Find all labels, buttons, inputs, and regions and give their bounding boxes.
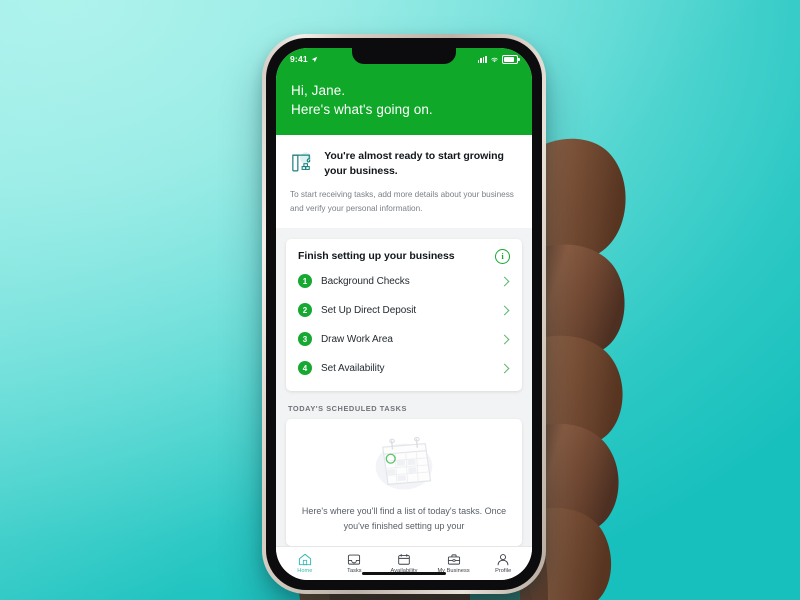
calendar-illustration-wrap [298, 433, 510, 495]
step-label: Background Checks [321, 275, 410, 287]
setup-card: Finish setting up your business i 1 Back… [286, 238, 522, 391]
chevron-right-icon [499, 305, 510, 316]
person-icon [497, 554, 509, 566]
info-circle-icon[interactable]: i [495, 248, 510, 264]
phone-notch [352, 48, 456, 64]
chevron-right-icon [499, 363, 510, 374]
content-scroll[interactable]: You're almost ready to start growing you… [276, 135, 532, 546]
banner-title: You're almost ready to start growing you… [324, 150, 504, 177]
step-label: Draw Work Area [321, 333, 393, 345]
location-arrow-icon [311, 56, 318, 62]
calendar-illustration [375, 436, 433, 490]
setup-step-draw-work-area[interactable]: 3 Draw Work Area [298, 325, 510, 354]
phone-bezel: 9:41 Hi, Jane. Here's what's going on. Y… [266, 38, 542, 590]
home-indicator [362, 571, 446, 575]
crane-icon [292, 152, 312, 172]
battery-icon [502, 54, 520, 64]
status-time: 9:41 [290, 54, 308, 64]
screenshot-stage: 9:41 Hi, Jane. Here's what's going on. Y… [0, 0, 800, 600]
wifi-icon [491, 57, 498, 62]
tab-label: Profile [495, 568, 512, 574]
step-number-badge: 3 [298, 332, 312, 347]
status-bar-right [477, 54, 520, 64]
setup-step-direct-deposit[interactable]: 2 Set Up Direct Deposit [298, 296, 510, 325]
greeting-header: Hi, Jane. Here's what's going on. [276, 70, 532, 136]
tasks-section-label: TODAY'S SCHEDULED TASKS [288, 403, 407, 413]
setup-step-background-checks[interactable]: 1 Background Checks [298, 267, 510, 296]
home-icon [298, 553, 311, 566]
setup-steps-list: 1 Background Checks 2 Set Up Direct Depo… [298, 267, 510, 383]
bottom-tab-bar: Home Tasks My Business Profile [276, 546, 532, 580]
greeting-line: Hi, Jane. [291, 83, 346, 98]
chevron-right-icon [499, 276, 510, 287]
tab-label: Home [297, 568, 313, 574]
phone-screen: 9:41 Hi, Jane. Here's what's going on. Y… [276, 48, 532, 580]
briefcase-icon [447, 554, 460, 565]
banner-description: To start receiving tasks, add more detai… [290, 190, 514, 213]
step-label: Set Up Direct Deposit [321, 304, 417, 316]
cellular-signal-icon [477, 55, 487, 63]
tasks-empty-text: Here's where you'll find a list of today… [301, 505, 507, 531]
phone-device: 9:41 Hi, Jane. Here's what's going on. Y… [262, 34, 546, 594]
tab-home[interactable]: Home [282, 553, 328, 574]
step-number-badge: 1 [298, 274, 312, 289]
setup-step-set-availability[interactable]: 4 Set Availability [298, 354, 510, 383]
setup-card-header: Finish setting up your business i [298, 248, 510, 264]
tab-label: Tasks [347, 568, 362, 574]
chevron-right-icon [499, 334, 510, 345]
setup-card-title: Finish setting up your business [298, 250, 455, 263]
step-number-badge: 4 [298, 361, 312, 376]
greeting-subtitle: Here's what's going on. [291, 102, 433, 118]
tab-profile[interactable]: Profile [480, 553, 526, 574]
step-label: Set Availability [321, 362, 385, 374]
tasks-empty-card: Here's where you'll find a list of today… [286, 418, 522, 546]
status-bar-left: 9:41 [290, 54, 318, 64]
banner-top-row: You're almost ready to start growing you… [290, 147, 518, 179]
calendar-icon [398, 554, 410, 565]
inbox-tray-icon [348, 554, 361, 565]
step-number-badge: 2 [298, 303, 312, 318]
onboarding-banner: You're almost ready to start growing you… [276, 135, 532, 228]
